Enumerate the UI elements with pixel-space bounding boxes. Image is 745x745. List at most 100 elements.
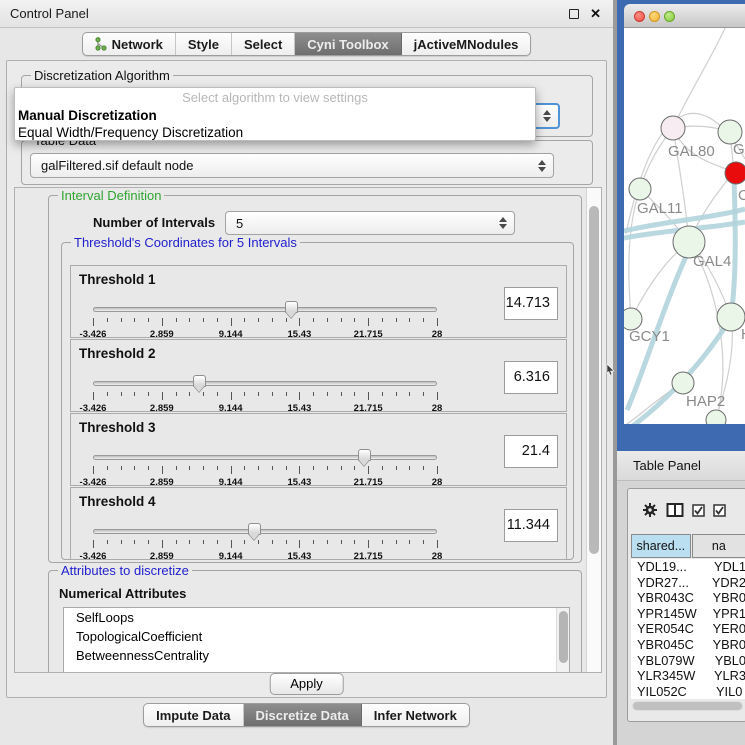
settings-scrollbar[interactable]: [586, 188, 601, 672]
float-window-icon[interactable]: [569, 9, 579, 19]
table-body: YDL19...YDL1YDR27...YDR2YBR043CYBR0YPR14…: [631, 559, 745, 699]
minimize-traffic-light-icon[interactable]: [649, 11, 660, 22]
attribute-list-item[interactable]: BetweennessCentrality: [64, 646, 569, 665]
table-row[interactable]: YER054CYER0: [631, 621, 745, 637]
shared-name-cell[interactable]: YIL052C: [631, 684, 708, 699]
table-row[interactable]: YBL079WYBL0: [631, 653, 745, 669]
network-node[interactable]: [725, 162, 745, 184]
name-cell[interactable]: YDR2: [704, 575, 745, 591]
tab-discretize-data[interactable]: Discretize Data: [244, 704, 362, 726]
threshold-list: Threshold 1-3.4262.8599.14415.4321.71528…: [70, 265, 567, 561]
tab-select[interactable]: Select: [232, 33, 295, 55]
shared-name-cell[interactable]: YDR27...: [631, 575, 704, 591]
close-window-icon[interactable]: ✕: [590, 0, 601, 28]
tab-jactivemnodules[interactable]: jActiveMNodules: [402, 33, 531, 55]
top-tab-bar: Network StyleSelectCyni Toolbox jActiveMNo…: [82, 32, 532, 56]
slider-thumb[interactable]: [358, 449, 371, 461]
table-data-combobox[interactable]: galFiltered.sif default node: [30, 153, 554, 178]
network-edge[interactable]: [673, 28, 726, 128]
slider-scale-labels: -3.4262.8599.14415.4321.71528: [93, 477, 437, 487]
apply-button[interactable]: Apply: [269, 673, 344, 695]
column-header-name[interactable]: na: [692, 534, 745, 558]
table-horizontal-scrollbar[interactable]: [632, 701, 743, 711]
shared-name-cell[interactable]: YBR043C: [631, 590, 705, 606]
table-row[interactable]: YBR045CYBR0: [631, 637, 745, 653]
name-cell[interactable]: YPR1: [705, 606, 745, 622]
name-cell[interactable]: YLR3: [706, 668, 745, 684]
attribute-list-item[interactable]: TopologicalCoefficient: [64, 627, 569, 646]
tab-cyni-toolbox[interactable]: Cyni Toolbox: [295, 33, 401, 55]
table-panel: Table Panel: [617, 451, 745, 745]
threshold-label: Threshold 2: [79, 346, 156, 361]
table-row[interactable]: YLR345WYLR3: [631, 668, 745, 684]
tab-style[interactable]: Style: [176, 33, 232, 55]
threshold-slider[interactable]: -3.4262.8599.14415.4321.71528: [93, 524, 437, 560]
window-title: Control Panel: [10, 6, 89, 21]
network-node[interactable]: [629, 178, 651, 200]
shared-name-cell[interactable]: YPR145W: [631, 606, 705, 622]
name-cell[interactable]: YBL0: [707, 653, 745, 669]
checked-box-icon[interactable]: [692, 504, 705, 517]
shared-name-cell[interactable]: YDL19...: [631, 559, 706, 575]
tab-impute-data[interactable]: Impute Data: [144, 704, 243, 726]
combo-arrows-icon: [538, 160, 546, 172]
network-node[interactable]: [706, 410, 726, 424]
slider-thumb[interactable]: [193, 375, 206, 387]
dropdown-option[interactable]: Manual Discretization: [15, 107, 535, 124]
name-cell[interactable]: YIL0: [708, 684, 742, 699]
name-cell[interactable]: YBR0: [705, 590, 745, 606]
threshold-value-field[interactable]: 14.713: [504, 287, 558, 320]
network-node[interactable]: [661, 116, 685, 140]
shared-name-cell[interactable]: YBR045C: [631, 637, 705, 653]
close-traffic-light-icon[interactable]: [634, 11, 645, 22]
slider-thumb[interactable]: [248, 523, 261, 535]
tab-label: Impute Data: [156, 708, 230, 723]
slider-track[interactable]: [93, 455, 437, 460]
table-row[interactable]: YBR043CYBR0: [631, 590, 745, 606]
threshold-slider[interactable]: -3.4262.8599.14415.4321.71528: [93, 450, 437, 486]
shared-name-cell[interactable]: YER054C: [631, 621, 705, 637]
tab-label: Network: [112, 37, 163, 52]
table-row[interactable]: YPR145WYPR1: [631, 606, 745, 622]
name-cell[interactable]: YBR0: [705, 637, 745, 653]
split-columns-icon[interactable]: [666, 502, 684, 518]
tab-label: jActiveMNodules: [414, 37, 519, 52]
network-node-label: GAL80: [668, 143, 715, 160]
threshold-slider[interactable]: -3.4262.8599.14415.4321.71528: [93, 302, 437, 338]
threshold-value-field[interactable]: 11.344: [504, 509, 558, 542]
network-node-label: GAL11: [637, 200, 683, 217]
network-canvas[interactable]: GAL80GACGAL11GAL4GCY1HHAP2: [624, 28, 745, 424]
table-row[interactable]: YDL19...YDL1: [631, 559, 745, 575]
network-node[interactable]: [672, 372, 694, 394]
attribute-list-item[interactable]: SelfLoops: [64, 608, 569, 627]
threshold-slider[interactable]: -3.4262.8599.14415.4321.71528: [93, 376, 437, 412]
dropdown-option[interactable]: Equal Width/Frequency Discretization: [15, 124, 535, 141]
number-of-intervals-combobox[interactable]: 5: [225, 211, 515, 235]
slider-track[interactable]: [93, 307, 437, 312]
tab-infer-network[interactable]: Infer Network: [362, 704, 469, 726]
tab-network[interactable]: Network: [83, 33, 176, 55]
threshold-value-field[interactable]: 6.316: [504, 361, 558, 394]
slider-track[interactable]: [93, 381, 437, 386]
list-scrollbar[interactable]: [556, 608, 569, 673]
network-node[interactable]: [624, 308, 642, 330]
table-row[interactable]: YDR27...YDR2: [631, 575, 745, 591]
table-data-value: galFiltered.sif default node: [41, 158, 193, 173]
tab-label: Discretize Data: [256, 708, 349, 723]
network-edge-thick[interactable]: [731, 179, 735, 317]
zoom-traffic-light-icon[interactable]: [664, 11, 675, 22]
checked-box-icon[interactable]: [713, 504, 726, 517]
network-node-label: GA: [733, 141, 745, 158]
column-header-shared-name[interactable]: shared...: [631, 534, 691, 558]
shared-name-cell[interactable]: YBL079W: [631, 653, 707, 669]
shared-name-cell[interactable]: YLR345W: [631, 668, 706, 684]
name-cell[interactable]: YER0: [705, 621, 745, 637]
table-row[interactable]: YIL052CYIL0: [631, 684, 745, 699]
numerical-attributes-list[interactable]: SelfLoopsTopologicalCoefficientBetweenne…: [63, 607, 570, 673]
dropdown-placeholder-item[interactable]: Select algorithm to view settings: [15, 88, 535, 107]
name-cell[interactable]: YDL1: [706, 559, 745, 575]
gear-icon[interactable]: [642, 502, 658, 518]
slider-track[interactable]: [93, 529, 437, 534]
threshold-value-field[interactable]: 21.4: [504, 435, 558, 468]
slider-thumb[interactable]: [285, 301, 298, 313]
